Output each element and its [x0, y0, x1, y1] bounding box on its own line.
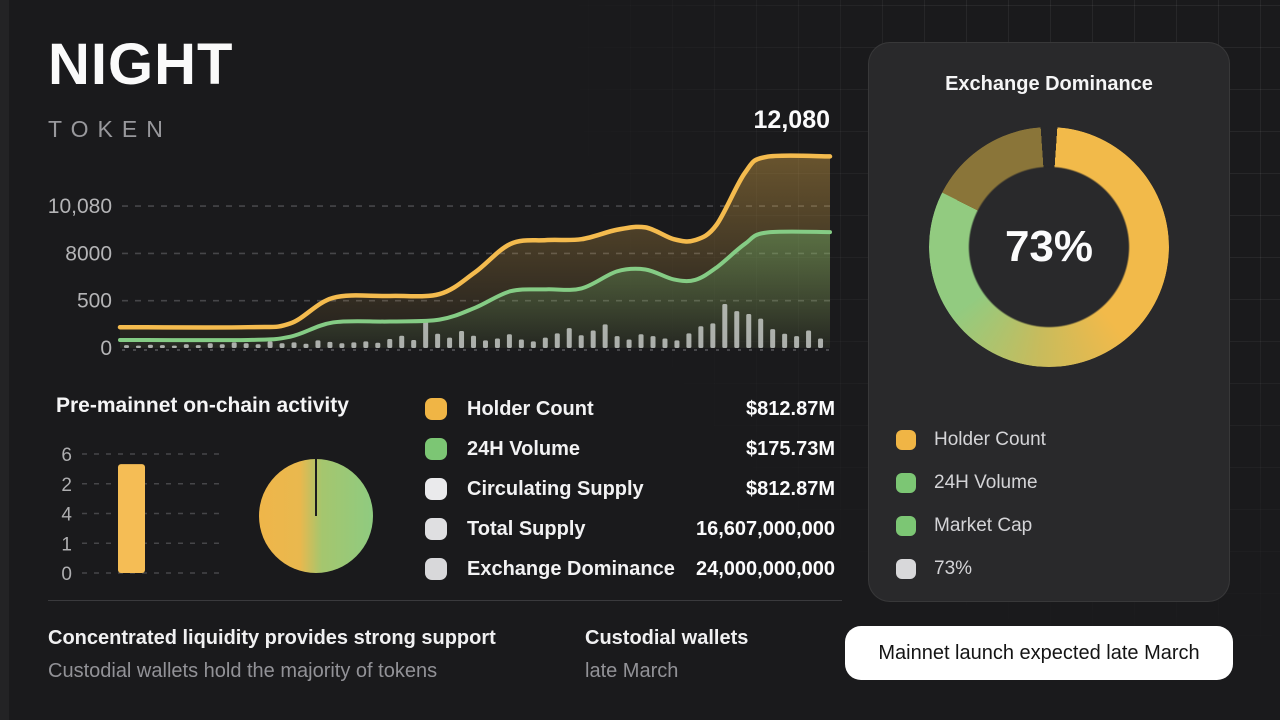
card-legend-row: 24H Volume: [896, 461, 1046, 504]
card-legend-label: 24H Volume: [934, 471, 1038, 493]
legend-value: $812.87M: [746, 397, 835, 420]
card-legend-row: Market Cap: [896, 504, 1046, 547]
note-liquidity: Concentrated liquidity provides strong s…: [48, 628, 496, 683]
note-custodial: Custodial wallets late March: [585, 628, 748, 683]
card-title: Exchange Dominance: [945, 73, 1153, 95]
exchange-dominance-card: Exchange Dominance 73% Holder Count 24H V…: [868, 42, 1230, 602]
card-legend-label: Holder Count: [934, 428, 1046, 450]
left-edge-band: [0, 0, 9, 720]
svg-text:6: 6: [61, 445, 72, 466]
legend-label: Exchange Dominance: [467, 557, 675, 580]
svg-text:4: 4: [61, 505, 72, 526]
pie-divider-line: [315, 459, 317, 516]
legend-swatch: [425, 398, 447, 420]
legend-label: Total Supply: [467, 517, 586, 540]
token-name: NIGHT: [48, 32, 234, 97]
legend-swatch: [425, 518, 447, 540]
legend-row: 24H Volume $175.73M: [425, 429, 835, 469]
card-legend-label: 73%: [934, 557, 973, 579]
legend-value: 16,607,000,000: [695, 517, 835, 540]
legend-swatch: [896, 515, 916, 536]
legend-value: $175.73M: [746, 437, 835, 460]
legend-label: Holder Count: [467, 397, 594, 420]
svg-text:0: 0: [100, 337, 112, 360]
svg-text:8000: 8000: [65, 242, 112, 265]
legend-value: 24,000,000,000: [695, 557, 835, 580]
activity-pie-chart: [259, 459, 373, 573]
mainnet-launch-button[interactable]: Mainnet launch expected late March: [845, 626, 1233, 680]
svg-text:1: 1: [61, 534, 72, 555]
legend-row: Total Supply 16,607,000,000: [425, 509, 835, 549]
token-subtitle: TOKEN: [48, 116, 172, 142]
dashboard: NIGHT TOKEN 12,080 10,080 8000 500 0 Pre-ma…: [0, 0, 1280, 720]
activity-panel-title: Pre-mainnet on-chain activity: [56, 394, 349, 417]
note-title: Custodial wallets: [585, 627, 749, 649]
legend-value: $812.87M: [746, 477, 835, 500]
legend-row: Holder Count $812.87M: [425, 389, 835, 429]
donut-center-value: 73%: [1004, 222, 1094, 271]
legend-swatch: [425, 478, 447, 500]
note-subtitle: Custodial wallets hold the majority of t…: [48, 660, 438, 682]
card-legend-row: 73%: [896, 547, 1046, 590]
legend-swatch: [425, 558, 447, 580]
legend-row: Circulating Supply $812.87M: [425, 469, 835, 509]
peak-value-label: 12,080: [753, 106, 830, 134]
main-area-chart: 10,080 8000 500 0: [48, 153, 833, 360]
svg-text:500: 500: [77, 290, 112, 313]
brand: NIGHT TOKEN: [48, 36, 233, 143]
svg-text:10,080: 10,080: [48, 195, 112, 218]
legend-swatch: [896, 429, 916, 450]
note-subtitle: late March: [585, 660, 679, 682]
legend-swatch: [896, 558, 916, 579]
card-legend: Holder Count 24H Volume Market Cap 73%: [896, 418, 1046, 590]
svg-text:2: 2: [61, 475, 72, 496]
activity-bar-chart: 6 2 4 1 0: [61, 445, 224, 585]
card-legend-label: Market Cap: [934, 514, 1033, 536]
svg-text:0: 0: [61, 564, 72, 585]
legend-row: Exchange Dominance 24,000,000,000: [425, 549, 835, 589]
stats-legend: Holder Count $812.87M 24H Volume $175.73M Ci…: [425, 389, 835, 589]
note-title: Concentrated liquidity provides strong s…: [48, 627, 496, 649]
legend-swatch: [896, 472, 916, 493]
legend-swatch: [425, 438, 447, 460]
legend-label: Circulating Supply: [467, 477, 644, 500]
card-legend-row: Holder Count: [896, 418, 1046, 461]
legend-label: 24H Volume: [467, 437, 580, 460]
section-divider: [48, 600, 842, 601]
